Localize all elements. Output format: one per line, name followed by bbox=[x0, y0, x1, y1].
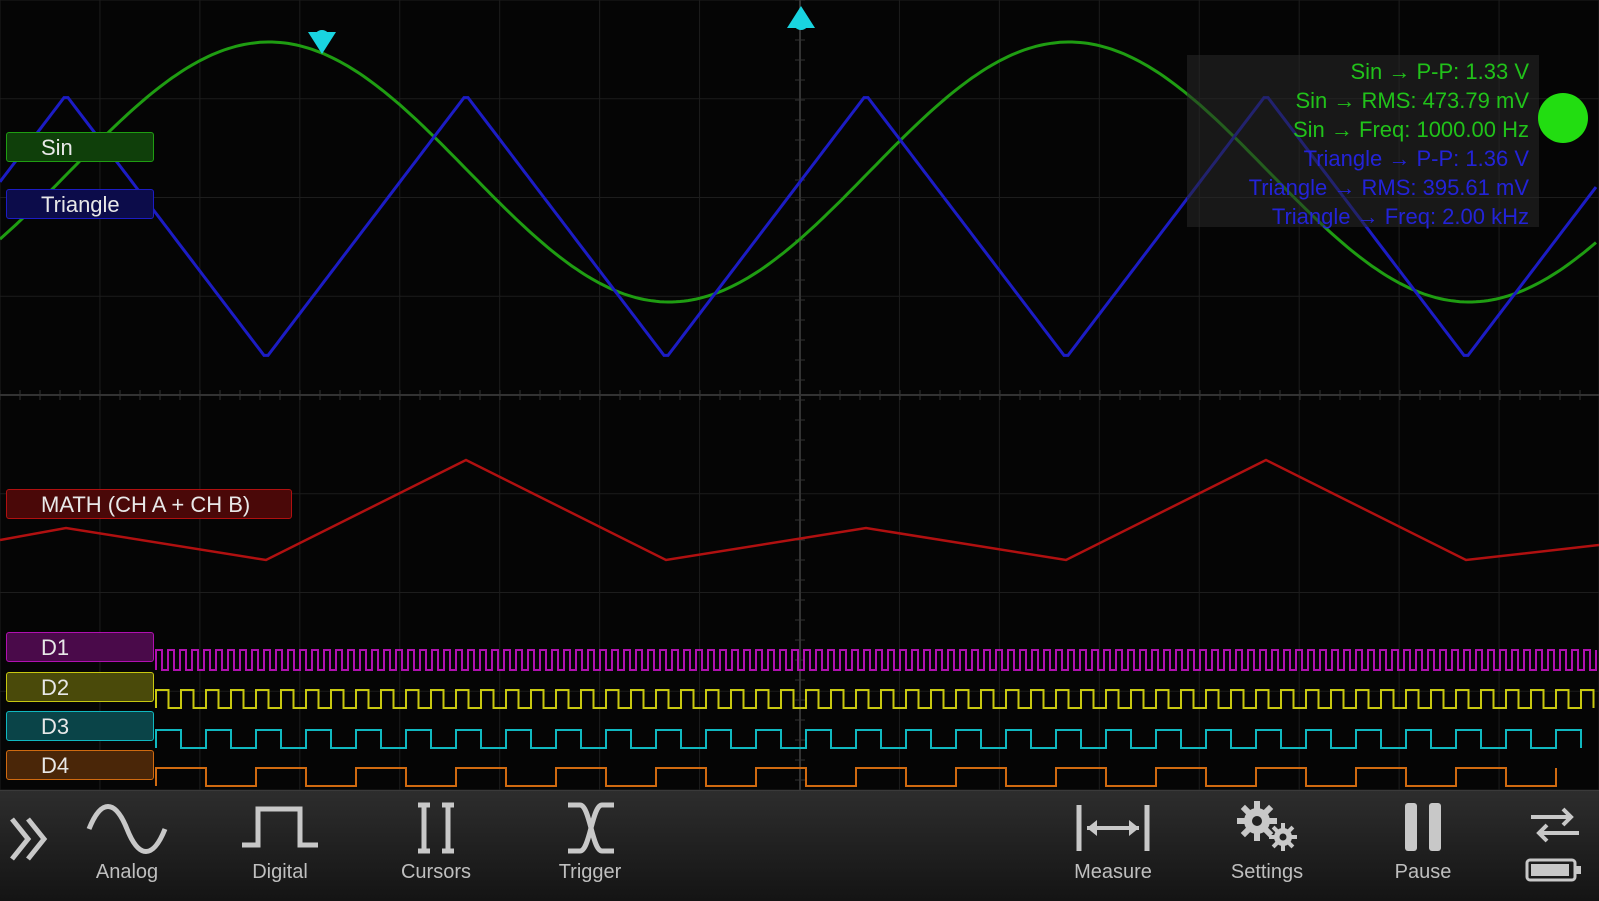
analog-label: Analog bbox=[95, 861, 159, 883]
pause-button[interactable]: Pause bbox=[1363, 791, 1483, 901]
analog-button[interactable]: Analog bbox=[67, 791, 187, 901]
d1-trace bbox=[155, 649, 1597, 671]
measurement-panel: Sin → P-P: 1.33 V Sin → RMS: 473.79 mV Sin… bbox=[1187, 55, 1539, 229]
double-chevron-right-icon bbox=[10, 817, 48, 861]
trigger-level-marker-icon[interactable] bbox=[306, 28, 338, 58]
channel-label-text: MATH (CH A + CH B) bbox=[41, 492, 251, 517]
channel-label-d4[interactable]: D4 bbox=[6, 750, 154, 780]
cursors-button[interactable]: Cursors bbox=[376, 791, 496, 901]
cursors-label: Cursors bbox=[400, 861, 471, 883]
channel-label-d2[interactable]: D2 bbox=[6, 672, 154, 702]
measurement-line: Sin → Freq: 1000.00 Hz bbox=[1292, 117, 1529, 142]
measurement-line: Sin → P-P: 1.33 V bbox=[1350, 59, 1529, 84]
settings-label: Settings bbox=[1230, 861, 1304, 883]
digital-button[interactable]: Digital bbox=[220, 791, 340, 901]
channel-label-text: D4 bbox=[41, 753, 70, 778]
bottom-toolbar: Analog Digital Cursors Trigger Measure S… bbox=[0, 790, 1599, 901]
trigger-position-marker-icon[interactable] bbox=[785, 2, 817, 32]
pause-label: Pause bbox=[1394, 861, 1452, 883]
channel-label-math[interactable]: MATH (CH A + CH B) bbox=[6, 489, 292, 519]
square-pulse-icon bbox=[242, 806, 318, 848]
channel-label-text: D1 bbox=[41, 635, 70, 660]
measurement-line: Triangle → Freq: 2.00 kHz bbox=[1271, 204, 1529, 229]
channel-label-d3[interactable]: D3 bbox=[6, 711, 154, 741]
channel-label-text: Sin bbox=[41, 135, 73, 160]
d3-trace bbox=[155, 729, 1582, 749]
channel-label-text: Triangle bbox=[41, 192, 120, 217]
settings-button[interactable]: Settings bbox=[1207, 791, 1327, 901]
connection-button[interactable] bbox=[1515, 791, 1595, 901]
gears-icon bbox=[1237, 801, 1297, 851]
measure-label: Measure bbox=[1074, 861, 1152, 883]
sync-icon bbox=[1531, 807, 1579, 843]
measure-button[interactable]: Measure bbox=[1053, 791, 1173, 901]
digital-label: Digital bbox=[252, 861, 308, 883]
channel-label-triangle[interactable]: Triangle bbox=[6, 189, 154, 219]
measurement-line: Triangle → RMS: 395.61 mV bbox=[1248, 175, 1529, 200]
waveform-display[interactable]: Sin Triangle MATH (CH A + CH B) D1 D2 D3… bbox=[0, 0, 1599, 790]
channel-label-text: D2 bbox=[41, 675, 70, 700]
trigger-x-icon bbox=[568, 802, 614, 854]
battery-icon bbox=[1525, 858, 1581, 882]
trigger-label: Trigger bbox=[558, 861, 622, 883]
d2-trace bbox=[155, 689, 1595, 709]
channel-label-d1[interactable]: D1 bbox=[6, 632, 154, 662]
trigger-button[interactable]: Trigger bbox=[530, 791, 650, 901]
d4-trace bbox=[155, 767, 1557, 787]
expand-menu-button[interactable] bbox=[0, 791, 70, 901]
channel-label-text: D3 bbox=[41, 714, 70, 739]
measurement-line: Triangle → P-P: 1.36 V bbox=[1303, 146, 1529, 171]
sine-wave-icon bbox=[86, 804, 168, 854]
measure-arrow-icon bbox=[1076, 805, 1150, 851]
cursor-bars-icon bbox=[418, 802, 454, 854]
run-status-indicator[interactable] bbox=[1538, 93, 1588, 143]
pause-icon bbox=[1405, 803, 1441, 851]
measurement-line: Sin → RMS: 473.79 mV bbox=[1295, 88, 1529, 113]
channel-label-sin[interactable]: Sin bbox=[6, 132, 154, 162]
